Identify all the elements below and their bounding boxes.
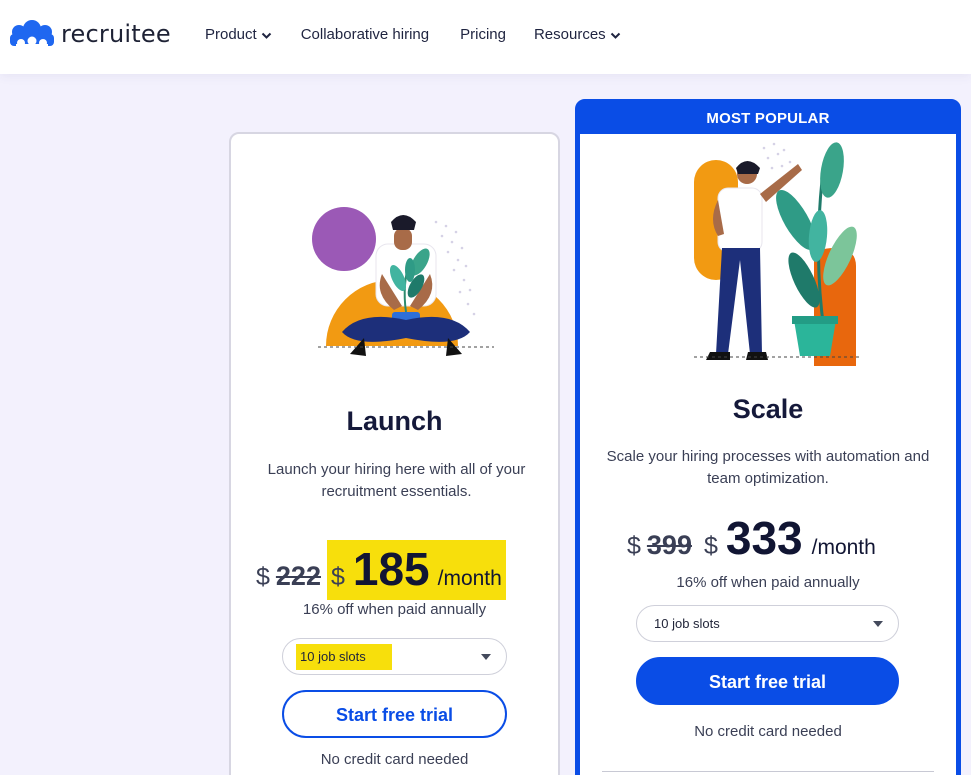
no-credit-card-note: No credit card needed <box>320 751 469 768</box>
nav-item-label: Product <box>205 26 257 43</box>
scale-illustration <box>694 142 860 366</box>
plan-title: Launch <box>346 406 443 436</box>
price-period: /month <box>437 567 502 590</box>
main-nav: Product Collaborative hiring Pricing Res… <box>205 26 621 43</box>
site-header: recruitee Product Collaborative hiring P… <box>0 0 971 74</box>
annual-discount-note: 16% off when paid annually <box>676 574 860 591</box>
card-divider <box>602 771 934 772</box>
nav-item-collaborative-hiring[interactable]: Collaborative hiring <box>301 26 429 43</box>
most-popular-badge: MOST POPULAR <box>580 104 956 134</box>
old-price: 222 <box>275 561 321 591</box>
no-credit-card-note: No credit card needed <box>694 723 842 740</box>
current-price: 185 <box>352 543 430 595</box>
plan-description: Scale your hiring processes with automat… <box>606 448 930 487</box>
start-free-trial-button[interactable]: Start free trial <box>636 657 899 705</box>
plan-card-scale: MOST POPULAR Scale Scale your hiring pro… <box>575 99 961 775</box>
old-price: 399 <box>646 530 692 560</box>
nav-item-label: Resources <box>533 26 606 43</box>
annual-discount-note: 16% off when paid annually <box>302 601 487 618</box>
chevron-down-icon <box>261 32 271 39</box>
recruitee-logo-icon <box>10 20 54 49</box>
brand-name: recruitee <box>61 20 171 48</box>
price-period: /month <box>811 536 876 559</box>
nav-item-resources[interactable]: Resources <box>534 26 621 43</box>
nav-item-label: Collaborative hiring <box>300 26 430 43</box>
price-row: $ 399 $ 333 /month <box>627 511 876 565</box>
currency-symbol: $ <box>256 563 270 591</box>
chevron-down-icon <box>610 32 620 39</box>
job-slots-value: 10 job slots <box>654 616 720 631</box>
start-free-trial-button[interactable]: Start free trial <box>282 690 507 738</box>
caret-down-icon <box>873 621 883 627</box>
nav-item-product[interactable]: Product <box>205 26 272 43</box>
plan-description: Launch your hiring here with all of your… <box>267 461 526 500</box>
nav-item-pricing[interactable]: Pricing <box>460 26 506 43</box>
currency-symbol: $ <box>330 563 345 591</box>
launch-illustration <box>312 207 494 356</box>
plan-card-launch: Launch Launch your hiring here with all … <box>229 132 560 775</box>
nav-item-label: Pricing <box>460 26 506 43</box>
recruitee-logo[interactable]: recruitee <box>9 19 171 49</box>
job-slots-select[interactable]: 10 job slots <box>282 638 507 675</box>
job-slots-value: 10 job slots <box>300 649 366 664</box>
current-price: 333 <box>725 512 803 564</box>
price-highlight: $ 185 /month <box>326 540 506 600</box>
price-row: $ 222 $ 185 /month <box>256 540 506 600</box>
currency-symbol: $ <box>703 532 718 560</box>
plan-title: Scale <box>732 394 804 424</box>
job-slots-select[interactable]: 10 job slots <box>636 605 899 642</box>
currency-symbol: $ <box>627 532 641 560</box>
caret-down-icon <box>481 654 491 660</box>
